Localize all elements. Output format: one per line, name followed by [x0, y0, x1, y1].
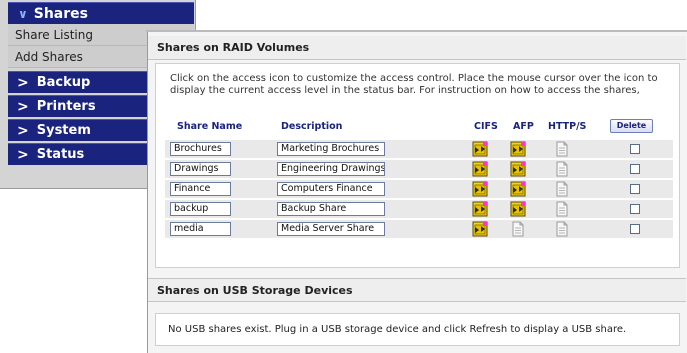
http-access-icon[interactable]	[554, 201, 570, 217]
afp-access-icon[interactable]	[510, 221, 526, 237]
share-description-field[interactable]: Computers Finance	[277, 182, 385, 196]
delete-checkbox[interactable]	[630, 204, 640, 214]
http-access-icon[interactable]	[554, 141, 570, 157]
delete-checkbox[interactable]	[630, 224, 640, 234]
nav-section-label: System	[36, 123, 91, 138]
nav-item-label: Share Listing	[15, 27, 93, 42]
share-description-field[interactable]: Media Server Share	[277, 222, 385, 236]
nav-section-label: Backup	[36, 75, 91, 90]
cifs-access-icon[interactable]	[472, 161, 488, 177]
cifs-access-icon[interactable]	[472, 141, 488, 157]
chevron-right-icon: >	[17, 98, 29, 115]
chevron-right-icon: >	[17, 122, 29, 139]
afp-access-icon[interactable]	[510, 161, 526, 177]
nav-section-label: Printers	[36, 99, 96, 114]
chevron-right-icon: >	[17, 146, 29, 163]
usb-status-message: No USB shares exist. Plug in a USB stora…	[168, 324, 627, 335]
nav-section-label: Shares	[33, 5, 88, 22]
http-access-icon[interactable]	[554, 181, 570, 197]
delete-checkbox[interactable]	[630, 144, 640, 154]
column-header-afp: AFP	[513, 121, 534, 132]
share-name-field[interactable]: media	[170, 222, 231, 236]
table-row: media Media Server Share	[165, 220, 673, 238]
instructions-text: Click on the access icon to customize th…	[170, 73, 658, 96]
share-description-field[interactable]: Marketing Brochures	[277, 142, 385, 156]
delete-checkbox[interactable]	[630, 184, 640, 194]
delete-checkbox[interactable]	[630, 164, 640, 174]
nav-item-label: Add Shares	[15, 49, 83, 64]
table-row: Drawings Engineering Drawings	[165, 160, 673, 178]
share-name-field[interactable]: Brochures	[170, 142, 231, 156]
share-name-field[interactable]: Drawings	[170, 162, 231, 176]
raid-section-title: Shares on RAID Volumes	[148, 36, 686, 60]
cifs-access-icon[interactable]	[472, 181, 488, 197]
main-panel: Shares on RAID Volumes Click on the acce…	[146, 30, 687, 353]
nav-section-shares[interactable]: ∨ Shares	[8, 2, 194, 24]
table-row: backup Backup Share	[165, 200, 673, 218]
usb-shares-box: No USB shares exist. Plug in a USB stora…	[155, 313, 680, 346]
share-description-field[interactable]: Engineering Drawings	[277, 162, 385, 176]
share-name-field[interactable]: Finance	[170, 182, 231, 196]
column-header-description: Description	[281, 121, 343, 132]
column-header-http: HTTP/S	[548, 121, 587, 132]
nav-section-label: Status	[36, 147, 85, 162]
afp-access-icon[interactable]	[510, 141, 526, 157]
afp-access-icon[interactable]	[510, 201, 526, 217]
http-access-icon[interactable]	[554, 161, 570, 177]
share-name-field[interactable]: backup	[170, 202, 231, 216]
chevron-right-icon: >	[17, 74, 29, 91]
table-row: Finance Computers Finance	[165, 180, 673, 198]
cifs-access-icon[interactable]	[472, 221, 488, 237]
share-description-field[interactable]: Backup Share	[277, 202, 385, 216]
raid-shares-box: Click on the access icon to customize th…	[155, 63, 680, 268]
afp-access-icon[interactable]	[510, 181, 526, 197]
column-header-cifs: CIFS	[474, 121, 498, 132]
cifs-access-icon[interactable]	[472, 201, 488, 217]
http-access-icon[interactable]	[554, 221, 570, 237]
usb-section-title: Shares on USB Storage Devices	[148, 278, 686, 302]
chevron-down-icon: ∨	[18, 6, 28, 21]
table-row: Brochures Marketing Brochures	[165, 140, 673, 158]
delete-button[interactable]: Delete	[610, 119, 653, 133]
column-header-share-name: Share Name	[177, 121, 243, 132]
